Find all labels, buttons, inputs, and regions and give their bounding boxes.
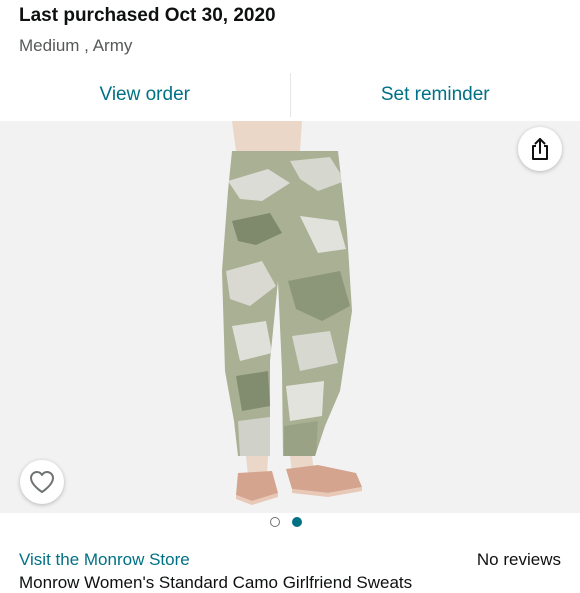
torso-shape bbox=[232, 121, 302, 151]
heart-icon bbox=[29, 470, 55, 494]
product-image-gallery[interactable] bbox=[0, 121, 580, 513]
product-image bbox=[0, 121, 580, 513]
visit-store-link[interactable]: Visit the Monrow Store bbox=[19, 550, 190, 570]
add-to-wishlist-button[interactable] bbox=[20, 460, 64, 504]
product-title[interactable]: Monrow Women's Standard Camo Girlfriend … bbox=[19, 573, 412, 593]
purchase-info: Last purchased Oct 30, 2020 Medium , Arm… bbox=[19, 4, 276, 57]
variant-label: Medium , Army bbox=[19, 35, 276, 57]
set-reminder-button[interactable]: Set reminder bbox=[291, 71, 580, 119]
pagination-dot-2[interactable] bbox=[292, 517, 302, 527]
reviews-status: No reviews bbox=[477, 550, 561, 570]
pagination-dot-1[interactable] bbox=[270, 517, 280, 527]
view-order-button[interactable]: View order bbox=[0, 71, 290, 119]
last-purchased-title: Last purchased Oct 30, 2020 bbox=[19, 4, 276, 28]
right-shoe bbox=[286, 465, 362, 493]
order-actions: View order Set reminder bbox=[0, 70, 580, 120]
share-button[interactable] bbox=[518, 127, 562, 171]
share-icon bbox=[529, 137, 551, 161]
image-pagination bbox=[270, 517, 302, 527]
